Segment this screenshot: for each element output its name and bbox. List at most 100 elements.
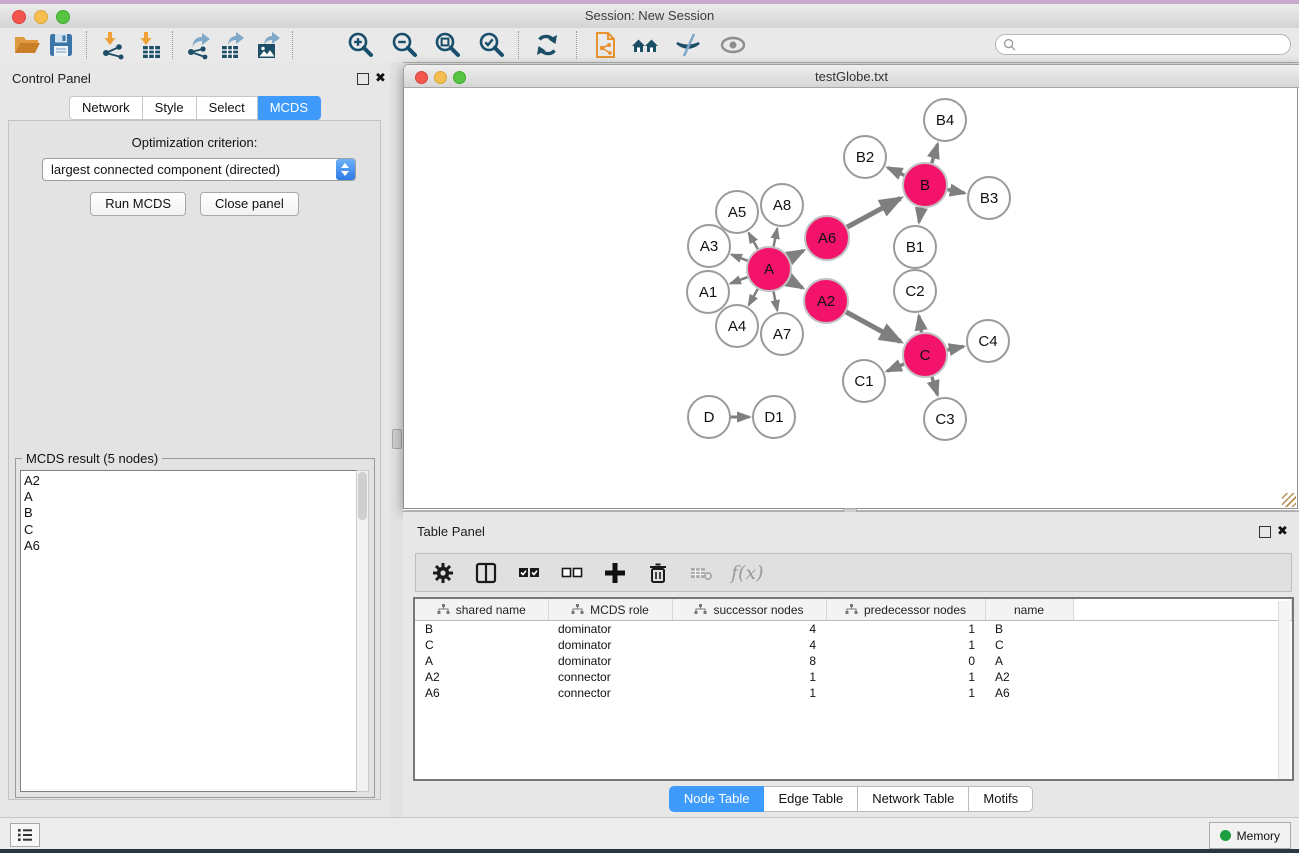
resize-grip-icon[interactable] (1282, 493, 1296, 507)
memory-button[interactable]: Memory (1209, 822, 1291, 849)
column-header[interactable]: shared name (415, 599, 548, 621)
graph-edge[interactable] (749, 233, 759, 250)
vertical-splitter-handle[interactable] (392, 429, 402, 449)
criterion-select[interactable]: largest connected component (directed) (42, 158, 356, 181)
mcds-result-item[interactable]: B (24, 505, 358, 521)
show-graphics-details-icon[interactable] (718, 30, 748, 60)
column-header[interactable]: predecessor nodes (826, 599, 985, 621)
task-history-button[interactable] (10, 823, 40, 847)
graph-edge[interactable] (947, 189, 965, 193)
table-row[interactable]: Adominator80A (415, 653, 1292, 669)
search-input[interactable] (1016, 37, 1290, 53)
graph-edge[interactable] (749, 288, 759, 305)
select-all-icon[interactable] (516, 560, 542, 586)
graph-edge[interactable] (932, 144, 938, 164)
graph-edge[interactable] (846, 198, 900, 227)
table-cell[interactable]: A6 (985, 685, 1073, 701)
table-cell[interactable]: 1 (826, 621, 985, 638)
export-image-icon[interactable] (254, 30, 284, 60)
new-network-file-icon[interactable] (590, 30, 620, 60)
table-cell[interactable]: dominator (548, 621, 672, 638)
mcds-result-item[interactable]: C (24, 522, 358, 538)
graph-edge[interactable] (919, 207, 922, 222)
table-cell[interactable]: connector (548, 685, 672, 701)
column-header[interactable]: MCDS role (548, 599, 672, 621)
run-mcds-button[interactable]: Run MCDS (90, 192, 186, 216)
graph-edge[interactable] (773, 291, 777, 311)
deselect-all-icon[interactable] (559, 560, 585, 586)
mcds-result-item[interactable]: A6 (24, 538, 358, 554)
hide-graphics-details-icon[interactable] (673, 30, 703, 60)
table-cell[interactable]: C (415, 637, 548, 653)
graph-edge[interactable] (887, 364, 905, 372)
table-row[interactable]: Cdominator41C (415, 637, 1292, 653)
open-session-icon[interactable] (12, 30, 42, 60)
graph-edge[interactable] (845, 312, 900, 342)
mcds-result-list[interactable]: A2ABCA6 (20, 470, 358, 792)
table-cell[interactable]: C (985, 637, 1073, 653)
mcds-result-scrollbar[interactable] (356, 470, 369, 792)
table-cell[interactable]: dominator (548, 637, 672, 653)
table-cell[interactable]: A (985, 653, 1073, 669)
table-cell[interactable]: A2 (415, 669, 548, 685)
column-header[interactable]: successor nodes (672, 599, 826, 621)
table-cell[interactable]: 1 (826, 637, 985, 653)
table-cell[interactable]: 4 (672, 621, 826, 638)
table-cell[interactable]: 1 (672, 685, 826, 701)
vertical-splitter[interactable] (390, 62, 403, 817)
table-cell[interactable]: B (415, 621, 548, 638)
graph-edge[interactable] (788, 280, 802, 288)
mcds-result-item[interactable]: A2 (24, 473, 358, 489)
table-settings-icon[interactable] (430, 560, 456, 586)
table-cell[interactable]: 1 (672, 669, 826, 685)
graph-edge[interactable] (731, 255, 748, 262)
refresh-icon[interactable] (532, 30, 562, 60)
save-session-icon[interactable] (46, 30, 76, 60)
graph-edge[interactable] (932, 376, 938, 395)
table-scrollbar[interactable] (1278, 601, 1290, 779)
import-network-icon[interactable] (98, 30, 128, 60)
graph-edge[interactable] (888, 168, 905, 176)
tab-select[interactable]: Select (197, 96, 258, 120)
zoom-out-icon[interactable] (390, 30, 420, 60)
tab-edge-table[interactable]: Edge Table (764, 786, 858, 812)
close-panel-icon[interactable]: ✖ (375, 70, 386, 86)
close-panel-button[interactable]: Close panel (200, 192, 299, 216)
zoom-selected-icon[interactable] (477, 30, 507, 60)
export-table-icon[interactable] (218, 30, 248, 60)
delete-column-icon[interactable] (645, 560, 671, 586)
network-graph[interactable]: B4B2BB3A5A8A6B1A3AA1C2A2A4A7C4CC1DD1C3 (404, 88, 1297, 507)
table-cell[interactable]: 4 (672, 637, 826, 653)
zoom-fit-icon[interactable] (433, 30, 463, 60)
graph-edge[interactable] (788, 251, 803, 259)
tab-style[interactable]: Style (143, 96, 197, 120)
graph-edge[interactable] (773, 229, 777, 248)
mcds-result-item[interactable]: A (24, 489, 358, 505)
zoom-in-icon[interactable] (346, 30, 376, 60)
table-cell[interactable]: 0 (826, 653, 985, 669)
add-column-icon[interactable] (602, 560, 628, 586)
table-row[interactable]: Bdominator41B (415, 621, 1292, 638)
column-header[interactable]: name (985, 599, 1073, 621)
tab-network-table[interactable]: Network Table (858, 786, 969, 812)
show-columns-icon[interactable] (473, 560, 499, 586)
graph-edge[interactable] (731, 277, 749, 284)
graph-edge[interactable] (947, 347, 964, 351)
node-table-grid[interactable]: shared nameMCDS rolesuccessor nodesprede… (415, 599, 1292, 701)
export-network-icon[interactable] (184, 30, 214, 60)
float-panel-icon[interactable] (357, 73, 369, 85)
table-cell[interactable]: A (415, 653, 548, 669)
table-cell[interactable]: A2 (985, 669, 1073, 685)
home-icon[interactable] (630, 30, 660, 60)
table-row[interactable]: A2connector11A2 (415, 669, 1292, 685)
table-cell[interactable]: dominator (548, 653, 672, 669)
table-row[interactable]: A6connector11A6 (415, 685, 1292, 701)
tab-network[interactable]: Network (69, 96, 143, 120)
import-table-icon[interactable] (134, 30, 164, 60)
table-cell[interactable]: A6 (415, 685, 548, 701)
table-cell[interactable]: 8 (672, 653, 826, 669)
tab-node-table[interactable]: Node Table (669, 786, 765, 812)
network-canvas[interactable]: B4B2BB3A5A8A6B1A3AA1C2A2A4A7C4CC1DD1C3 (403, 88, 1298, 509)
graph-edge[interactable] (919, 316, 922, 333)
table-cell[interactable]: 1 (826, 685, 985, 701)
